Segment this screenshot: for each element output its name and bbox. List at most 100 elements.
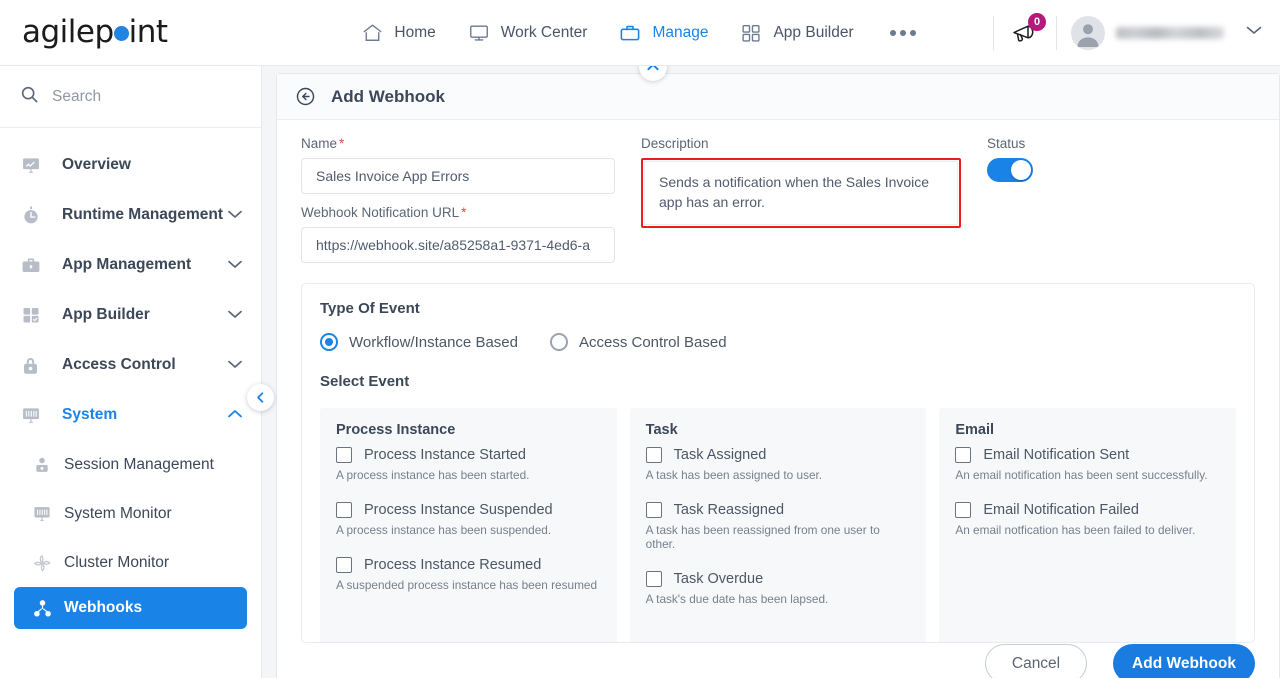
- event-columns: Process Instance Process Instance Starte…: [320, 408, 1237, 642]
- url-label: Webhook Notification URL *: [301, 205, 615, 220]
- checkbox-label: Process Instance Resumed: [364, 557, 542, 573]
- event-item: Process Instance Resumed A suspended pro…: [336, 557, 601, 592]
- add-webhook-button[interactable]: Add Webhook: [1113, 644, 1255, 678]
- sidebar-item-webhooks[interactable]: Webhooks: [14, 587, 247, 629]
- checkbox-icon: [645, 571, 662, 587]
- checkbox-description: A task's due date has been lapsed.: [645, 592, 829, 606]
- divider: [993, 15, 994, 50]
- app-logo[interactable]: agilep int: [0, 17, 262, 48]
- system-monitor-icon: [32, 504, 64, 523]
- announcements-button[interactable]: 0: [1008, 12, 1046, 50]
- radio-access-control-based[interactable]: Access Control Based: [549, 333, 727, 351]
- webhook-url-input[interactable]: https://webhook.site/a85258a1-9371-4ed6-…: [301, 227, 615, 263]
- sidebar-item-app-builder[interactable]: App Builder: [0, 290, 261, 340]
- search-placeholder: Search: [52, 87, 102, 105]
- type-of-event-radio-group: Workflow/Instance Based Access Control B…: [320, 333, 1236, 351]
- description-input[interactable]: Sends a notification when the Sales Invo…: [644, 161, 958, 225]
- more-menu-icon[interactable]: [884, 29, 922, 36]
- user-icon: [1077, 23, 1099, 47]
- sidebar-item-cluster-monitor[interactable]: Cluster Monitor: [0, 538, 261, 587]
- checkbox-process-instance-suspended[interactable]: Process Instance Suspended: [336, 502, 601, 518]
- sidebar-item-access-control[interactable]: Access Control: [0, 340, 261, 390]
- chevron-down-icon: [227, 256, 243, 274]
- radio-workflow-instance-based[interactable]: Workflow/Instance Based: [320, 333, 518, 351]
- sidebar-sub-label: Session Management: [64, 455, 214, 473]
- nav-item-app-builder[interactable]: App Builder: [738, 21, 854, 45]
- sidebar-item-label: Access Control: [62, 356, 176, 373]
- checkbox-description: An email notfication has been failed to …: [955, 523, 1196, 537]
- checkbox-description: A task has been assigned to user.: [645, 468, 823, 482]
- username-redacted: [1116, 26, 1224, 39]
- back-arrow-circle-icon[interactable]: [295, 86, 316, 107]
- logo-dot-icon: [113, 26, 129, 41]
- sidebar-collapse-button[interactable]: [247, 384, 274, 411]
- status-label: Status: [987, 136, 1026, 151]
- event-item: Task Reassigned A task has been reassign…: [645, 502, 911, 551]
- sidebar-item-system[interactable]: System: [0, 390, 261, 440]
- system-monitor-icon: [20, 403, 50, 427]
- nav-label-app-builder: App Builder: [773, 23, 854, 41]
- nav-label-home: Home: [394, 23, 436, 41]
- checkbox-icon: [645, 447, 662, 463]
- sidebar-item-label: App Builder: [62, 306, 150, 323]
- form-actions: Cancel Add Webhook: [985, 644, 1255, 678]
- status-toggle[interactable]: [987, 158, 1033, 182]
- user-card-icon: [32, 455, 64, 475]
- checkbox-icon: [336, 557, 352, 573]
- required-marker: *: [339, 136, 345, 151]
- checkbox-label: Process Instance Started: [364, 447, 526, 463]
- checkbox-task-overdue[interactable]: Task Overdue: [645, 571, 911, 587]
- search-input[interactable]: Search: [0, 66, 261, 128]
- sidebar-item-app-management[interactable]: App Management: [0, 240, 261, 290]
- checkbox-label: Task Assigned: [673, 447, 767, 463]
- name-label: Name *: [301, 136, 615, 151]
- briefcase-icon: [20, 253, 50, 277]
- checkbox-email-notification-failed[interactable]: Email Notification Failed: [955, 502, 1220, 518]
- sidebar-item-label: App Management: [62, 256, 192, 273]
- checkbox-email-notification-sent[interactable]: Email Notification Sent: [955, 447, 1220, 463]
- user-menu[interactable]: [1071, 15, 1264, 50]
- nav-item-work-center[interactable]: Work Center: [466, 21, 587, 45]
- sidebar: Search Overview Runtime Management App M…: [0, 66, 274, 678]
- chevron-down-icon: [1244, 23, 1264, 42]
- monitor-icon: [466, 21, 492, 45]
- radio-label: Access Control Based: [578, 333, 727, 351]
- sidebar-item-system-monitor[interactable]: System Monitor: [0, 489, 261, 538]
- cancel-button[interactable]: Cancel: [985, 644, 1087, 678]
- sidebar-item-session-management[interactable]: Session Management: [0, 440, 261, 489]
- nav-item-manage[interactable]: Manage: [617, 21, 708, 45]
- toggle-knob: [1011, 160, 1031, 180]
- event-item: Email Notification Failed An email notfi…: [955, 502, 1220, 537]
- event-item: Task Assigned A task has been assigned t…: [645, 447, 911, 482]
- sidebar-sub-label: Cluster Monitor: [64, 553, 170, 571]
- checkbox-label: Task Overdue: [673, 571, 764, 587]
- nav-item-home[interactable]: Home: [359, 21, 436, 45]
- event-item: Process Instance Suspended A process ins…: [336, 502, 601, 537]
- cluster-icon: [32, 553, 64, 573]
- checkbox-process-instance-resumed[interactable]: Process Instance Resumed: [336, 557, 601, 573]
- radio-label: Workflow/Instance Based: [349, 333, 518, 351]
- lock-icon: [20, 353, 50, 377]
- checkbox-process-instance-started[interactable]: Process Instance Started: [336, 447, 601, 463]
- home-icon: [359, 21, 385, 45]
- chevron-up-icon: [227, 406, 243, 424]
- sidebar-item-label: System: [62, 406, 118, 423]
- card-header: Add Webhook: [277, 74, 1279, 120]
- checkbox-task-assigned[interactable]: Task Assigned: [645, 447, 911, 463]
- checkbox-task-reassigned[interactable]: Task Reassigned: [645, 502, 911, 518]
- checkbox-label: Task Reassigned: [673, 502, 785, 518]
- top-bar: agilep int Home Work Center Manage App B…: [0, 0, 1280, 66]
- name-input[interactable]: Sales Invoice App Errors: [301, 158, 615, 194]
- chevron-up-icon: [647, 66, 659, 71]
- sidebar-sub-label: Webhooks: [64, 599, 143, 616]
- sidebar-item-overview[interactable]: Overview: [0, 140, 261, 190]
- checkbox-icon: [955, 502, 972, 518]
- webhook-form: Name * Sales Invoice App Errors Webhook N…: [277, 120, 1279, 263]
- type-of-event-title: Type Of Event: [320, 300, 420, 317]
- sidebar-item-runtime-management[interactable]: Runtime Management: [0, 190, 261, 240]
- checkbox-description: A process instance has been started.: [336, 468, 530, 482]
- form-column-right: Status: [987, 136, 1107, 263]
- event-item: Email Notification Sent An email notific…: [955, 447, 1220, 482]
- webhook-nodes-icon: [32, 598, 64, 619]
- chevron-left-icon: [257, 392, 264, 403]
